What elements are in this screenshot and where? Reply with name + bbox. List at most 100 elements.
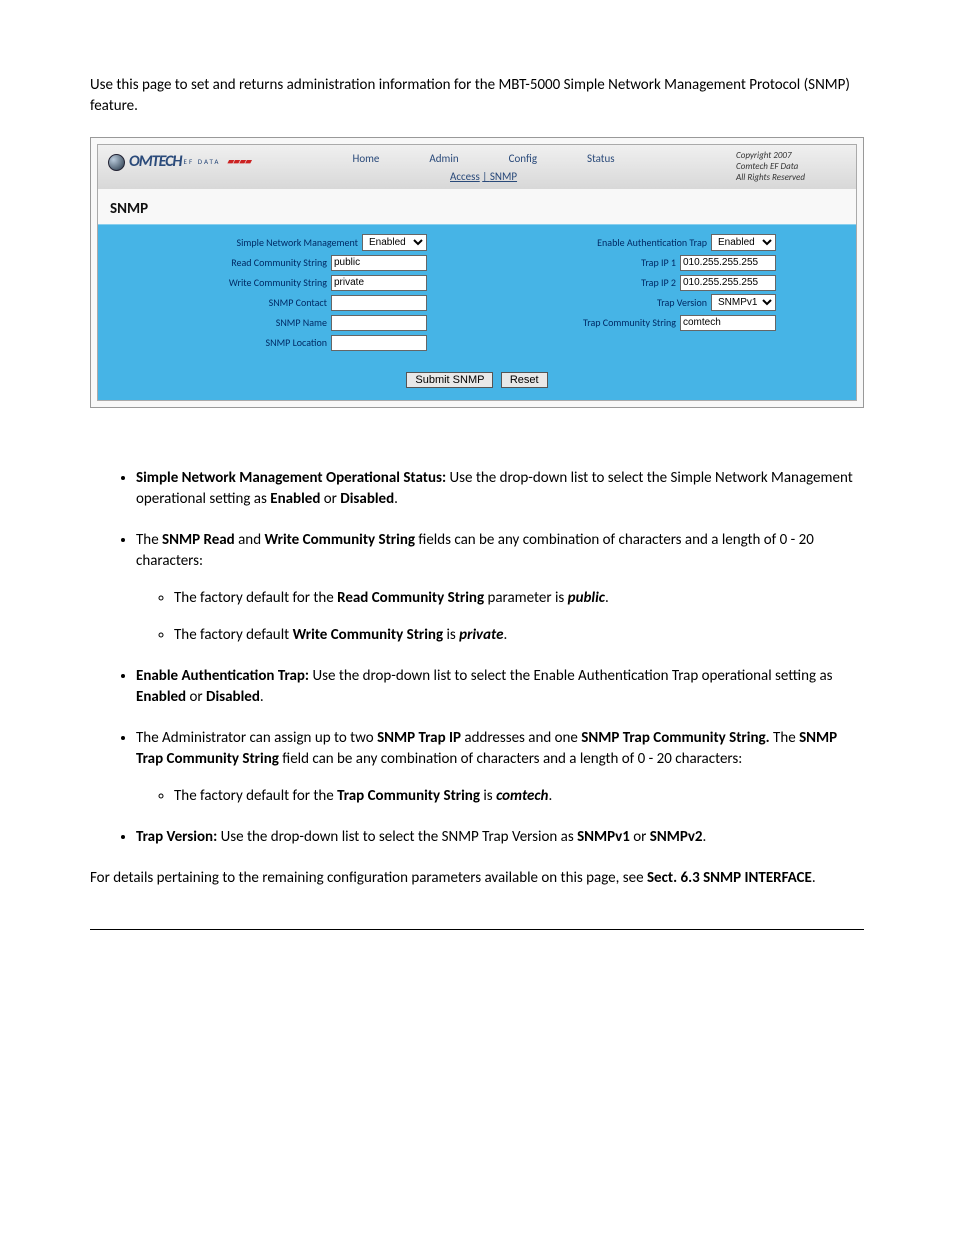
logo-text: OMTECH xyxy=(129,151,182,173)
input-trapip1[interactable] xyxy=(680,255,776,271)
input-location[interactable] xyxy=(331,335,427,351)
sub-list: The factory default for the Read Communi… xyxy=(136,588,864,646)
text: The factory default for the xyxy=(174,589,337,607)
text: or xyxy=(320,490,340,508)
bold: Enabled xyxy=(136,688,186,706)
label-location: SNMP Location xyxy=(266,336,327,350)
logo: OMTECH EF DATA ▰▰▰▰ xyxy=(108,151,251,173)
bold: Disabled xyxy=(340,490,394,508)
text: field can be any combination of characte… xyxy=(279,750,742,768)
list-item: Enable Authentication Trap: Use the drop… xyxy=(136,666,864,708)
text: The factory default for the xyxy=(174,787,337,805)
input-contact[interactable] xyxy=(331,295,427,311)
copy-line: Comtech EF Data xyxy=(736,162,846,173)
footer-rule xyxy=(90,929,864,930)
text: The Administrator can assign up to two xyxy=(136,729,377,747)
bullet-list: Simple Network Management Operational St… xyxy=(90,468,864,848)
copyright: Copyright 2007 Comtech EF Data All Right… xyxy=(736,151,846,183)
subnav-snmp[interactable]: SNMP xyxy=(490,170,517,183)
text: or xyxy=(186,688,206,706)
label-read: Read Community String xyxy=(231,256,327,270)
globe-icon xyxy=(108,154,125,171)
bold: Read Community String xyxy=(337,589,484,607)
bold: Write Community String xyxy=(264,531,415,549)
bold: Trap Version: xyxy=(136,828,221,846)
logo-bars: ▰▰▰▰ xyxy=(227,156,251,169)
bold: SNMPv1 xyxy=(577,828,630,846)
app-frame: OMTECH EF DATA ▰▰▰▰ Home Admin Config St… xyxy=(97,144,857,401)
list-item: The Administrator can assign up to two S… xyxy=(136,728,864,807)
right-column: Enable Authentication Trap Enabled Trap … xyxy=(487,233,776,353)
bold: SNMP Read xyxy=(162,531,235,549)
bold: Disabled xyxy=(206,688,260,706)
list-item: Simple Network Management Operational St… xyxy=(136,468,864,510)
select-trapver[interactable]: SNMPv1 xyxy=(711,294,776,311)
bold: Write Community String xyxy=(293,626,444,644)
nav-area: Home Admin Config Status Access | SNMP xyxy=(271,151,696,185)
text: . xyxy=(394,490,398,508)
subnav-access[interactable]: Access xyxy=(450,170,480,183)
bold: Trap Community String xyxy=(337,787,480,805)
text: addresses and one xyxy=(461,729,581,747)
text: . xyxy=(605,589,609,607)
bold: Sect. 6.3 SNMP INTERFACE xyxy=(647,869,812,887)
text: The factory default xyxy=(174,626,293,644)
label-snm: Simple Network Management xyxy=(237,236,358,250)
emph: private xyxy=(459,626,503,644)
intro-text: Use this page to set and returns adminis… xyxy=(90,75,864,117)
text: . xyxy=(812,869,816,887)
label-trapcomm: Trap Community String xyxy=(583,316,676,330)
text: . xyxy=(503,626,507,644)
input-read[interactable] xyxy=(331,255,427,271)
input-trapip2[interactable] xyxy=(680,275,776,291)
list-item: Trap Version: Use the drop-down list to … xyxy=(136,827,864,848)
select-authtrap[interactable]: Enabled xyxy=(711,234,776,251)
list-item: The factory default for the Trap Communi… xyxy=(174,786,864,807)
list-item: The factory default Write Community Stri… xyxy=(174,625,864,646)
bold: Enabled xyxy=(270,490,320,508)
sub-list: The factory default for the Trap Communi… xyxy=(136,786,864,807)
label-write: Write Community String xyxy=(229,276,327,290)
text: For details pertaining to the remaining … xyxy=(90,869,647,887)
text: and xyxy=(235,531,265,549)
nav-admin[interactable]: Admin xyxy=(429,151,458,166)
nav-status[interactable]: Status xyxy=(587,151,615,166)
input-write[interactable] xyxy=(331,275,427,291)
text: or xyxy=(630,828,650,846)
bold: Simple Network Management Operational St… xyxy=(136,469,450,487)
text: Use the drop-down list to select the SNM… xyxy=(221,828,577,846)
reset-button[interactable]: Reset xyxy=(501,372,548,388)
text: Use the drop-down list to select the Ena… xyxy=(312,667,832,685)
submit-button[interactable]: Submit SNMP xyxy=(406,372,493,388)
app-header: OMTECH EF DATA ▰▰▰▰ Home Admin Config St… xyxy=(98,145,856,189)
text: The xyxy=(136,531,162,549)
label-authtrap: Enable Authentication Trap xyxy=(597,236,707,250)
bold: SNMP Trap IP xyxy=(377,729,461,747)
text: . xyxy=(548,787,552,805)
input-name[interactable] xyxy=(331,315,427,331)
page-title: SNMP xyxy=(98,189,856,224)
logo-sub: EF DATA xyxy=(184,157,221,167)
input-trapcomm[interactable] xyxy=(680,315,776,331)
emph: comtech xyxy=(496,787,548,805)
bold: SNMP Trap Community String. xyxy=(581,729,769,747)
label-trapip1: Trap IP 1 xyxy=(641,256,676,270)
select-snm[interactable]: Enabled xyxy=(362,234,427,251)
label-name: SNMP Name xyxy=(276,316,327,330)
text: parameter is xyxy=(484,589,568,607)
text: is xyxy=(480,787,496,805)
list-item: The SNMP Read and Write Community String… xyxy=(136,530,864,646)
nav-config[interactable]: Config xyxy=(509,151,537,166)
subnav-sep: | xyxy=(482,170,490,183)
closing-text: For details pertaining to the remaining … xyxy=(90,868,864,889)
label-contact: SNMP Contact xyxy=(269,296,327,310)
text: is xyxy=(443,626,459,644)
label-trapip2: Trap IP 2 xyxy=(641,276,676,290)
text: . xyxy=(703,828,707,846)
nav-home[interactable]: Home xyxy=(352,151,379,166)
screenshot-frame: OMTECH EF DATA ▰▰▰▰ Home Admin Config St… xyxy=(90,137,864,408)
subnav: Access | SNMP xyxy=(450,169,517,184)
copy-line: All Rights Reserved xyxy=(736,173,846,184)
label-trapver: Trap Version xyxy=(657,296,707,310)
bold: Enable Authentication Trap: xyxy=(136,667,312,685)
